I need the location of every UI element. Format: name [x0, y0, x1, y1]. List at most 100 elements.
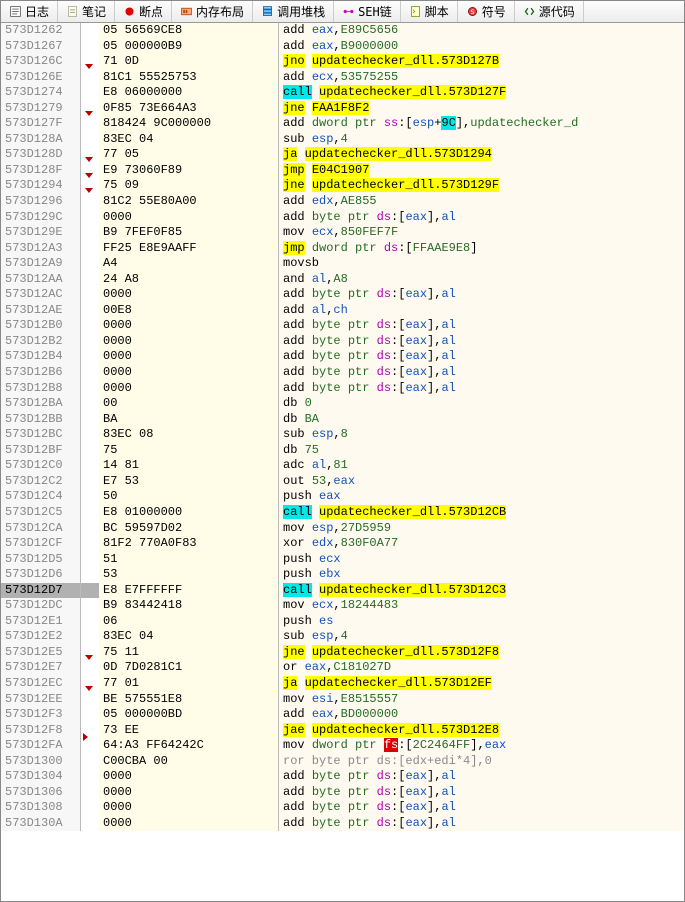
disassembly: call updatechecker_dll.573D127F	[279, 85, 684, 101]
disassembly: jne FAA1F8F2	[279, 101, 684, 117]
disasm-row[interactable]: 573D12C014 81adc al,81	[1, 458, 684, 474]
disasm-row[interactable]: 573D12BF75db 75	[1, 443, 684, 459]
disasm-row[interactable]: 573D128A83EC 04sub esp,4	[1, 132, 684, 148]
address: 573D12C0	[1, 458, 81, 474]
disasm-row[interactable]: 573D129681C2 55E80A00add edx,AE855	[1, 194, 684, 210]
disasm-row[interactable]: 573D12B40000add byte ptr ds:[eax],al	[1, 349, 684, 365]
disasm-row[interactable]: 573D12C2E7 53out 53,eax	[1, 474, 684, 490]
address: 573D12B8	[1, 381, 81, 397]
disasm-row[interactable]: 573D1274E8 06000000call updatechecker_dl…	[1, 85, 684, 101]
disasm-row[interactable]: 573D12B80000add byte ptr ds:[eax],al	[1, 381, 684, 397]
disasm-row[interactable]: 573D12AA24 A8and al,A8	[1, 272, 684, 288]
disasm-row[interactable]: 573D126C71 0Djno updatechecker_dll.573D1…	[1, 54, 684, 70]
toolbar: 日志笔记断点内存布局调用堆栈SEH链脚本S符号源代码	[1, 1, 684, 23]
bytes: 0000	[99, 785, 279, 801]
disasm-row[interactable]: 573D12CF81F2 770A0F83xor edx,830F0A77	[1, 536, 684, 552]
disasm-row[interactable]: 573D129C0000add byte ptr ds:[eax],al	[1, 210, 684, 226]
disassembly: add byte ptr ds:[eax],al	[279, 785, 684, 801]
bytes: C00CBA 00	[99, 754, 279, 770]
address: 573D12C2	[1, 474, 81, 490]
disasm-row[interactable]: 573D12A3FF25 E8E9AAFFjmp dword ptr ds:[F…	[1, 241, 684, 257]
disasm-row[interactable]: 573D130A0000add byte ptr ds:[eax],al	[1, 816, 684, 832]
disassembly: call updatechecker_dll.573D12CB	[279, 505, 684, 521]
tab-seh[interactable]: SEH链	[334, 1, 401, 22]
disasm-row[interactable]: 573D12E106push es	[1, 614, 684, 630]
disasm-row[interactable]: 573D129EB9 7FEF0F85mov ecx,850FEF7F	[1, 225, 684, 241]
address: 573D12E5	[1, 645, 81, 661]
disassembly: sub esp,4	[279, 629, 684, 645]
tab-source[interactable]: 源代码	[515, 1, 584, 22]
tab-script[interactable]: 脚本	[401, 1, 458, 22]
disasm-row[interactable]: 573D12EEBE 575551E8mov esi,E8515557	[1, 692, 684, 708]
disasm-row[interactable]: 573D12E70D 7D0281C1or eax,C181027D	[1, 660, 684, 676]
address: 573D12B4	[1, 349, 81, 365]
disasm-row[interactable]: 573D12BBBAdb BA	[1, 412, 684, 428]
bytes: 50	[99, 489, 279, 505]
disasm-row[interactable]: 573D12D7E8 E7FFFFFFcall updatechecker_dl…	[1, 583, 684, 599]
disasm-row[interactable]: 573D13060000add byte ptr ds:[eax],al	[1, 785, 684, 801]
disasm-row[interactable]: 573D13040000add byte ptr ds:[eax],al	[1, 769, 684, 785]
disasm-row[interactable]: 573D126705 000000B9add eax,B9000000	[1, 39, 684, 55]
address: 573D12A3	[1, 241, 81, 257]
disasm-row[interactable]: 573D12DCB9 83442418mov ecx,18244483	[1, 598, 684, 614]
tab-breakpoints[interactable]: 断点	[115, 1, 172, 22]
disasm-row[interactable]: 573D12E283EC 04sub esp,4	[1, 629, 684, 645]
disasm-row[interactable]: 573D12BA00db 0	[1, 396, 684, 412]
disasm-row[interactable]: 573D12CABC 59597D02mov esp,27D5959	[1, 521, 684, 537]
disasm-row[interactable]: 573D129475 09jne updatechecker_dll.573D1…	[1, 178, 684, 194]
bytes: E9 73060F89	[99, 163, 279, 179]
disasm-row[interactable]: 573D12EC77 01ja updatechecker_dll.573D12…	[1, 676, 684, 692]
tab-notes[interactable]: 笔记	[58, 1, 115, 22]
disasm-row[interactable]: 573D12790F85 73E664A3jne FAA1F8F2	[1, 101, 684, 117]
disasm-row[interactable]: 573D12F873 EEjae updatechecker_dll.573D1…	[1, 723, 684, 739]
disasm-row[interactable]: 573D12B20000add byte ptr ds:[eax],al	[1, 334, 684, 350]
disasm-row[interactable]: 573D12F305 000000BDadd eax,BD000000	[1, 707, 684, 723]
address: 573D12AE	[1, 303, 81, 319]
disasm-row[interactable]: 573D12C450push eax	[1, 489, 684, 505]
bytes: 0D 7D0281C1	[99, 660, 279, 676]
tab-log[interactable]: 日志	[1, 1, 58, 22]
address: 573D1296	[1, 194, 81, 210]
disassembly: add eax,B9000000	[279, 39, 684, 55]
disasm-row[interactable]: 573D1300C00CBA 00ror byte ptr ds:[edx+ed…	[1, 754, 684, 770]
address: 573D128A	[1, 132, 81, 148]
disasm-row[interactable]: 573D12AE00E8add al,ch	[1, 303, 684, 319]
disassembly: add byte ptr ds:[eax],al	[279, 287, 684, 303]
disasm-row[interactable]: 573D12BC83EC 08sub esp,8	[1, 427, 684, 443]
disasm-row[interactable]: 573D12C5E8 01000000call updatechecker_dl…	[1, 505, 684, 521]
disasm-row[interactable]: 573D126E81C1 55525753add ecx,53575255	[1, 70, 684, 86]
disasm-row[interactable]: 573D12D551push ecx	[1, 552, 684, 568]
disasm-row[interactable]: 573D127F818424 9C000000add dword ptr ss:…	[1, 116, 684, 132]
address: 573D1304	[1, 769, 81, 785]
address: 573D1294	[1, 178, 81, 194]
disasm-row[interactable]: 573D128D77 05ja updatechecker_dll.573D12…	[1, 147, 684, 163]
address: 573D126C	[1, 54, 81, 70]
tab-symbols[interactable]: S符号	[458, 1, 515, 22]
disasm-row[interactable]: 573D12A9A4movsb	[1, 256, 684, 272]
bytes: 0000	[99, 287, 279, 303]
disasm-row[interactable]: 573D12E575 11jne updatechecker_dll.573D1…	[1, 645, 684, 661]
disassembly: push ecx	[279, 552, 684, 568]
memory-icon	[180, 5, 193, 18]
address: 573D12D5	[1, 552, 81, 568]
disasm-row[interactable]: 573D12FA64:A3 FF64242Cmov dword ptr fs:[…	[1, 738, 684, 754]
address: 573D12EC	[1, 676, 81, 692]
disassembly: movsb	[279, 256, 684, 272]
disasm-row[interactable]: 573D12AC0000add byte ptr ds:[eax],al	[1, 287, 684, 303]
disasm-row[interactable]: 573D128FE9 73060F89jmp E04C1907	[1, 163, 684, 179]
disassembly: push eax	[279, 489, 684, 505]
tab-callstack[interactable]: 调用堆栈	[253, 1, 334, 22]
address: 573D12BA	[1, 396, 81, 412]
disasm-row[interactable]: 573D126205 56569CE8add eax,E89C5656	[1, 23, 684, 39]
disasm-row[interactable]: 573D12B60000add byte ptr ds:[eax],al	[1, 365, 684, 381]
tab-memmap[interactable]: 内存布局	[172, 1, 253, 22]
disassembly: mov esi,E8515557	[279, 692, 684, 708]
disasm-row[interactable]: 573D13080000add byte ptr ds:[eax],al	[1, 800, 684, 816]
bytes: 00	[99, 396, 279, 412]
address: 573D128D	[1, 147, 81, 163]
bytes: 0000	[99, 318, 279, 334]
disassembly-view[interactable]: 573D126205 56569CE8add eax,E89C5656573D1…	[1, 23, 684, 831]
address: 573D12CA	[1, 521, 81, 537]
disasm-row[interactable]: 573D12B00000add byte ptr ds:[eax],al	[1, 318, 684, 334]
disasm-row[interactable]: 573D12D653push ebx	[1, 567, 684, 583]
